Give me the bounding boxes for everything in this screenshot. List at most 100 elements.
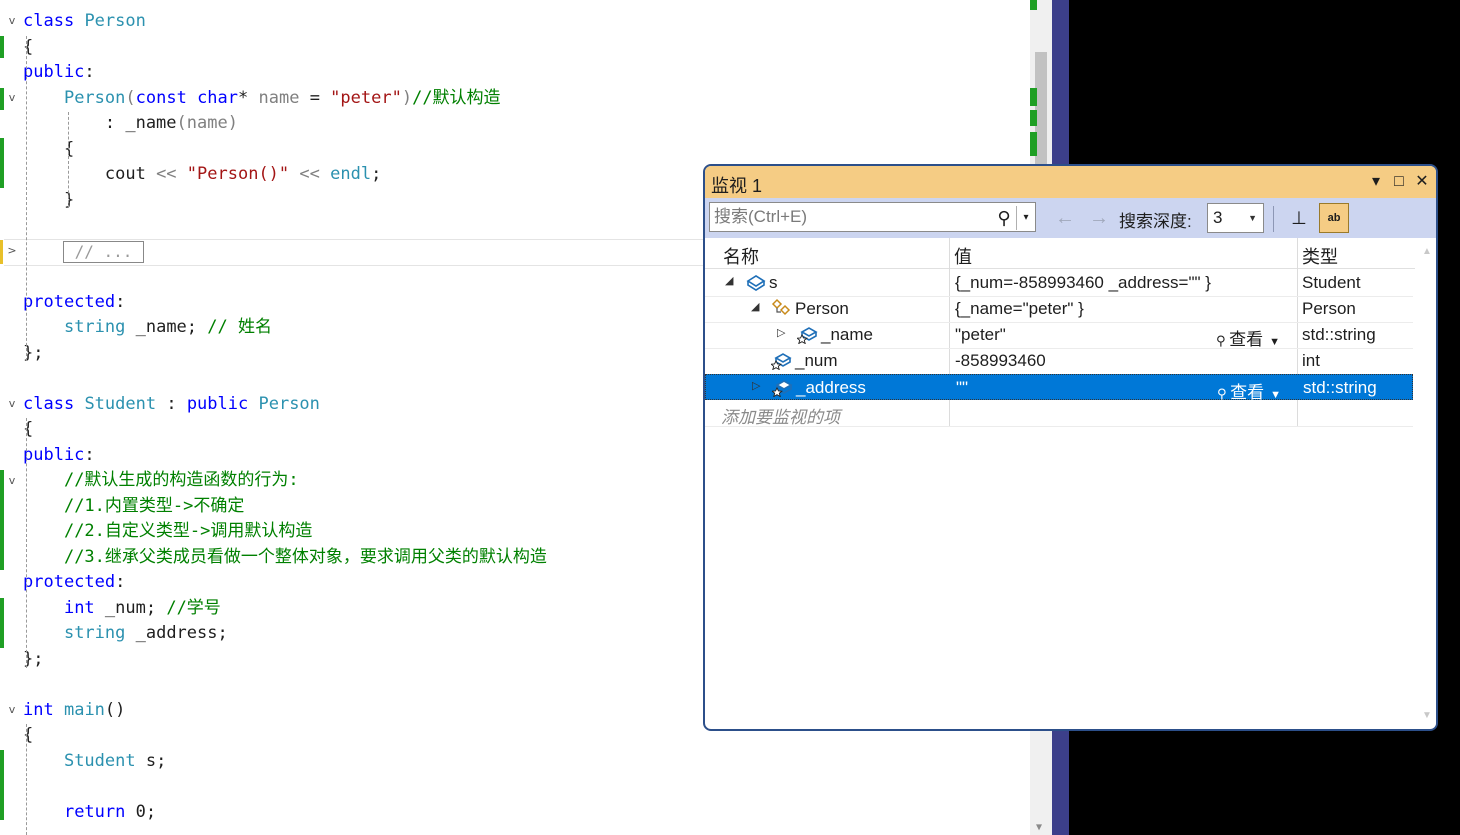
scroll-down-icon[interactable]: ▼ — [1036, 822, 1042, 833]
watch-row-value[interactable]: {_num=-858993460 _address="" } — [955, 273, 1211, 293]
code-line[interactable]: //1.内置类型->不确定 — [23, 494, 244, 519]
code-token: class — [23, 393, 75, 414]
code-token: name — [258, 87, 300, 108]
collapsed-region[interactable]: // ... — [63, 241, 144, 263]
code-line[interactable]: { — [23, 723, 33, 748]
code-token: 0; — [125, 801, 157, 822]
column-header-type[interactable]: 类型 — [1302, 243, 1338, 269]
code-token: : — [115, 291, 126, 312]
expand-triangle-icon[interactable]: ▷ — [777, 326, 785, 339]
code-line[interactable]: } — [23, 188, 74, 213]
expand-triangle-icon[interactable]: ▷ — [752, 379, 760, 392]
code-line[interactable]: //2.自定义类型->调用默认构造 — [23, 519, 312, 544]
watch-row[interactable]: ◢ Person {_name="peter" } Person — [705, 296, 1413, 323]
protected-field-icon — [771, 377, 794, 398]
watch-titlebar[interactable]: 监视 1 ▾ □ ✕ — [705, 166, 1436, 198]
watch-window[interactable]: 监视 1 ▾ □ ✕ ⚲ ▾ ← → 搜索深度: 3 ▼ ⊥ ab 名称 值 类… — [703, 164, 1438, 731]
fold-chevron-icon[interactable]: v — [5, 14, 19, 28]
visualizer-view-button[interactable]: ⚲ 查看 ▼ — [1216, 325, 1280, 350]
watch-row[interactable]: ▷ _name "peter" ⚲ 查看 ▼ std::string — [705, 322, 1413, 349]
search-box[interactable]: ⚲ ▾ — [709, 202, 1036, 232]
search-next-arrow-icon[interactable]: → — [1089, 206, 1109, 230]
hex-display-icon[interactable]: ab — [1319, 203, 1349, 233]
watch-row[interactable]: _num -858993460 int — [705, 348, 1413, 375]
code-line[interactable]: //默认生成的构造函数的行为: — [23, 468, 299, 493]
column-header-value[interactable]: 值 — [954, 243, 972, 269]
close-icon[interactable]: ✕ — [1411, 171, 1433, 193]
search-previous-arrow-icon[interactable]: ← — [1055, 206, 1075, 230]
pin-icon[interactable]: ⊥ — [1287, 204, 1311, 232]
code-line[interactable]: cout << "Person()" << endl; — [23, 162, 381, 187]
code-line[interactable]: string _name; // 姓名 — [23, 315, 272, 340]
code-token: * — [238, 87, 259, 108]
column-header-name[interactable]: 名称 — [723, 243, 759, 269]
code-token: return — [63, 801, 126, 822]
code-line[interactable]: Student s; — [23, 749, 166, 774]
change-marker-pending — [0, 240, 3, 264]
code-line[interactable]: protected: — [23, 570, 125, 595]
code-line[interactable]: Person(const char* name = "peter")//默认构造 — [23, 86, 501, 111]
code-token: () — [104, 699, 126, 720]
scroll-change-mark — [1030, 0, 1037, 10]
change-marker — [0, 470, 4, 570]
indent-guide — [26, 724, 27, 835]
code-line[interactable]: class Person — [23, 9, 146, 34]
code-line[interactable]: string _address; — [23, 621, 228, 646]
code-token: Person — [63, 87, 126, 108]
code-token: "Person()" — [186, 164, 290, 184]
code-token: "peter" — [330, 87, 402, 108]
code-line[interactable]: public: — [23, 60, 95, 85]
window-dropdown-icon[interactable]: ▾ — [1365, 171, 1387, 193]
code-line[interactable]: { — [23, 137, 74, 162]
code-line[interactable]: public: — [23, 443, 95, 468]
watch-row-value[interactable]: "peter" — [955, 325, 1006, 345]
code-line[interactable]: protected: — [23, 290, 125, 315]
code-line[interactable]: return 0; — [23, 800, 156, 825]
fold-chevron-icon[interactable]: v — [5, 703, 19, 717]
code-line[interactable]: class Student : public Person — [23, 392, 320, 417]
maximize-icon[interactable]: □ — [1388, 171, 1410, 193]
code-token: s; — [135, 750, 167, 771]
watch-row[interactable]: ▷ _address "" ⚲ 查看 ▼ std::string — [705, 374, 1413, 402]
collapse-triangle-icon[interactable]: ◢ — [725, 274, 733, 287]
collapse-triangle-icon[interactable]: ◢ — [751, 300, 759, 313]
code-line[interactable]: { — [23, 417, 33, 442]
code-token: const — [135, 87, 187, 108]
watch-row-value[interactable]: "" — [956, 378, 968, 398]
code-line[interactable]: //3.继承父类成员看做一个整体对象，要求调用父类的默认构造 — [23, 545, 547, 570]
code-line[interactable]: int _num; //学号 — [23, 596, 221, 621]
code-line[interactable]: int main() — [23, 698, 125, 723]
code-token: _address; — [125, 623, 228, 643]
scroll-down-icon[interactable]: ▼ — [1422, 710, 1432, 721]
watch-row-value[interactable]: {_name="peter" } — [955, 299, 1084, 319]
add-watch-hint[interactable]: 添加要监视的项 — [721, 403, 840, 428]
code-line[interactable]: : _name(name) — [23, 111, 238, 136]
search-options-dropdown-icon[interactable]: ▾ — [1016, 206, 1035, 230]
code-token: main — [63, 699, 105, 720]
chevron-down-icon: ▼ — [1248, 213, 1257, 223]
watch-row[interactable]: ◢ s {_num=-858993460 _address="" } Student — [705, 270, 1413, 297]
code-token: //默认构造 — [412, 87, 501, 108]
watch-row-value[interactable]: -858993460 — [955, 351, 1046, 371]
code-line[interactable]: { — [23, 35, 33, 60]
code-token: : — [156, 393, 187, 414]
watch-grid-header: 名称 值 类型 — [705, 238, 1415, 269]
scroll-up-icon[interactable]: ▲ — [1422, 246, 1432, 257]
search-input[interactable] — [714, 205, 990, 229]
fold-chevron-icon[interactable]: v — [5, 397, 19, 411]
fold-chevron-icon[interactable]: v — [5, 474, 19, 488]
watch-scrollbar[interactable]: ▲ ▼ — [1417, 238, 1436, 728]
expand-chevron-icon[interactable]: > — [5, 244, 19, 258]
search-depth-select[interactable]: 3 ▼ — [1207, 203, 1264, 233]
code-token: { — [23, 138, 75, 159]
code-token: //1.内置类型->不确定 — [63, 495, 245, 516]
add-watch-row[interactable]: 添加要监视的项 — [705, 400, 1413, 427]
fold-chevron-icon[interactable]: v — [5, 91, 19, 105]
chevron-down-icon[interactable]: ▼ — [1269, 336, 1280, 348]
search-icon[interactable]: ⚲ — [993, 206, 1015, 230]
